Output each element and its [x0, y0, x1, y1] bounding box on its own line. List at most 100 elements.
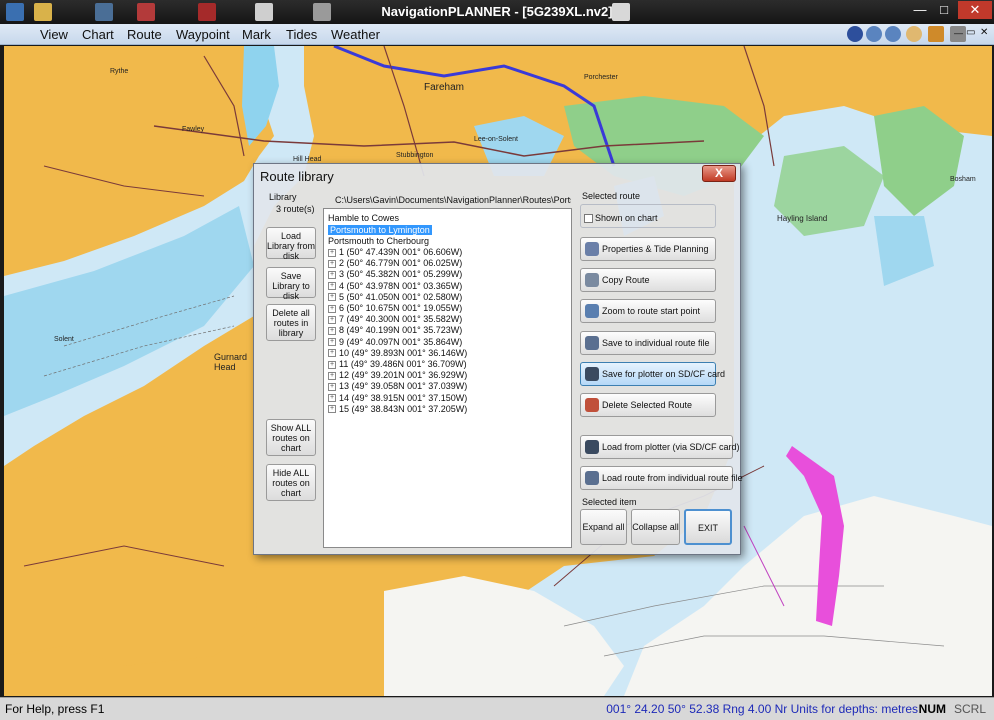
- expand-icon[interactable]: +: [328, 315, 336, 324]
- hide-all-routes-button[interactable]: Hide ALL routes on chart: [266, 464, 316, 501]
- compass-icon[interactable]: [847, 26, 863, 42]
- properties-tide-planning-label: Properties & Tide Planning: [602, 244, 709, 254]
- waypoint-label: 6 (50° 10.675N 001° 19.055W): [339, 303, 463, 313]
- route-library-dialog: Route library X Library 3 route(s) C:\Us…: [253, 163, 743, 555]
- quick-access-icon[interactable]: [612, 3, 630, 21]
- delete-route-button[interactable]: Delete Selected Route: [580, 393, 716, 417]
- map-label-stubbington: Stubbington: [396, 152, 434, 159]
- waypoint-item[interactable]: +9 (49° 40.097N 001° 35.864W): [328, 337, 462, 347]
- expand-icon[interactable]: +: [328, 405, 336, 414]
- route-tree[interactable]: Hamble to Cowes Portsmouth to Lymington Po…: [323, 208, 572, 548]
- route-item[interactable]: Portsmouth to Lymington: [328, 224, 432, 235]
- waypoint-item[interactable]: +12 (49° 39.201N 001° 36.929W): [328, 370, 467, 380]
- save-library-button[interactable]: Save Library to disk: [266, 267, 316, 301]
- waypoint-item[interactable]: +5 (50° 41.050N 001° 02.580W): [328, 292, 462, 302]
- close-window-button[interactable]: ✕: [958, 1, 992, 19]
- map-label-solent: Solent: [54, 336, 74, 343]
- window-title: NavigationPLANNER - [5G239XL.nv2]: [381, 4, 613, 19]
- collapse-all-button[interactable]: Collapse all: [631, 509, 680, 545]
- waypoint-item[interactable]: +6 (50° 10.675N 001° 19.055W): [328, 303, 462, 313]
- exit-button[interactable]: EXIT: [684, 509, 732, 545]
- menu-mark[interactable]: Mark: [242, 27, 271, 42]
- waypoint-item[interactable]: +11 (49° 39.486N 001° 36.709W): [328, 359, 467, 369]
- menu-weather[interactable]: Weather: [331, 27, 380, 42]
- expand-icon[interactable]: +: [328, 293, 336, 302]
- num-lock-indicator: NUM: [918, 702, 946, 716]
- map-label-porchester: Porchester: [584, 74, 618, 81]
- waypoint-label: 8 (49° 40.199N 001° 35.723W): [339, 325, 463, 336]
- title-bar: NavigationPLANNER - [5G239XL.nv2] — □ ✕: [0, 0, 994, 24]
- waypoint-label: 7 (49° 40.300N 001° 35.582W): [339, 314, 463, 325]
- waypoint-label: 5 (50° 41.050N 001° 02.580W): [339, 291, 463, 302]
- expand-icon[interactable]: +: [328, 282, 336, 291]
- selected-route-label: Selected route: [582, 191, 641, 201]
- expand-icon[interactable]: +: [328, 271, 336, 280]
- expand-icon[interactable]: +: [328, 394, 336, 403]
- zoom-route-start-button[interactable]: Zoom to route start point: [580, 299, 716, 323]
- measure-icon[interactable]: [928, 26, 944, 42]
- delete-all-routes-button[interactable]: Delete all routes in library: [266, 304, 316, 341]
- expand-icon[interactable]: +: [328, 304, 336, 313]
- expand-icon[interactable]: +: [328, 248, 336, 257]
- minimize-child-button[interactable]: —: [954, 28, 963, 38]
- waypoint-item[interactable]: +4 (50° 43.978N 001° 03.365W): [328, 281, 462, 291]
- expand-icon[interactable]: +: [328, 360, 336, 369]
- waypoint-item[interactable]: +15 (49° 38.843N 001° 37.205W): [328, 404, 467, 414]
- expand-icon[interactable]: +: [328, 338, 336, 347]
- map-label-fawley: Fawley: [182, 126, 205, 133]
- menu-route[interactable]: Route: [127, 27, 162, 42]
- save-route-file-button[interactable]: Save to individual route file: [580, 331, 716, 355]
- menu-waypoint[interactable]: Waypoint: [176, 27, 230, 42]
- load-route-file-button[interactable]: Load route from individual route file: [580, 466, 743, 490]
- minimize-button[interactable]: —: [908, 1, 932, 19]
- expand-icon[interactable]: +: [328, 371, 336, 380]
- waypoint-label: 10 (49° 39.893N 001° 36.146W): [339, 347, 468, 358]
- waypoint-item[interactable]: +1 (50° 47.439N 001° 06.606W): [328, 247, 462, 257]
- close-child-button[interactable]: ✕: [980, 27, 988, 38]
- copy-route-button[interactable]: Copy Route: [580, 268, 716, 292]
- delete-icon: [585, 398, 599, 412]
- load-from-plotter-button[interactable]: Load from plotter (via SD/CF card): [580, 435, 740, 459]
- expand-all-button[interactable]: Expand all: [580, 509, 627, 545]
- zoom-out-icon[interactable]: [885, 26, 901, 42]
- expand-icon[interactable]: +: [328, 383, 336, 392]
- waypoint-label: 1 (50° 47.439N 001° 06.606W): [339, 247, 463, 257]
- waypoint-item[interactable]: +7 (49° 40.300N 001° 35.582W): [328, 314, 462, 324]
- route-item[interactable]: Portsmouth to Cherbourg: [328, 236, 429, 246]
- waypoint-item[interactable]: +10 (49° 39.893N 001° 36.146W): [328, 348, 467, 358]
- library-label: Library: [269, 192, 297, 202]
- waypoint-label: 11 (49° 39.486N 001° 36.709W): [339, 359, 467, 369]
- waypoint-item[interactable]: +8 (49° 40.199N 001° 35.723W): [328, 325, 462, 335]
- save-route-file-label: Save to individual route file: [602, 338, 710, 348]
- tide-chart-icon: [585, 242, 599, 256]
- show-all-routes-button[interactable]: Show ALL routes on chart: [266, 419, 316, 456]
- waypoint-item[interactable]: +2 (50° 46.779N 001° 06.025W): [328, 258, 462, 268]
- waypoint-item[interactable]: +14 (49° 38.915N 001° 37.150W): [328, 393, 467, 403]
- waypoint-label: 3 (50° 45.382N 001° 05.299W): [339, 269, 463, 280]
- expand-icon[interactable]: +: [328, 259, 336, 268]
- dialog-close-button[interactable]: X: [702, 165, 736, 182]
- waypoint-label: 14 (49° 38.915N 001° 37.150W): [339, 392, 468, 403]
- menu-view[interactable]: View: [40, 27, 68, 42]
- load-library-button[interactable]: Load Library from disk: [266, 227, 316, 261]
- maximize-button[interactable]: □: [932, 1, 956, 19]
- dialog-title: Route library: [260, 169, 334, 184]
- menu-chart[interactable]: Chart: [82, 27, 114, 42]
- restore-child-button[interactable]: ▭: [966, 27, 975, 38]
- expand-icon[interactable]: +: [328, 327, 336, 336]
- waypoint-item[interactable]: +3 (50° 45.382N 001° 05.299W): [328, 269, 462, 279]
- route-item[interactable]: Hamble to Cowes: [328, 213, 399, 223]
- library-path: C:\Users\Gavin\Documents\NavigationPlann…: [335, 195, 571, 205]
- pan-hand-icon[interactable]: [906, 26, 922, 42]
- zoom-in-icon[interactable]: [866, 26, 882, 42]
- waypoint-item[interactable]: +13 (49° 39.058N 001° 37.039W): [328, 381, 467, 391]
- properties-tide-planning-button[interactable]: Properties & Tide Planning: [580, 237, 716, 261]
- selected-item-label: Selected item: [582, 497, 637, 507]
- open-file-icon: [585, 471, 599, 485]
- expand-icon[interactable]: +: [328, 349, 336, 358]
- map-label-hayling-island: Hayling Island: [777, 214, 828, 223]
- save-for-plotter-button[interactable]: Save for plotter on SD/CF card: [580, 362, 725, 386]
- delete-route-label: Delete Selected Route: [602, 400, 693, 410]
- map-label-rythe: Rythe: [110, 68, 129, 75]
- menu-tides[interactable]: Tides: [286, 27, 317, 42]
